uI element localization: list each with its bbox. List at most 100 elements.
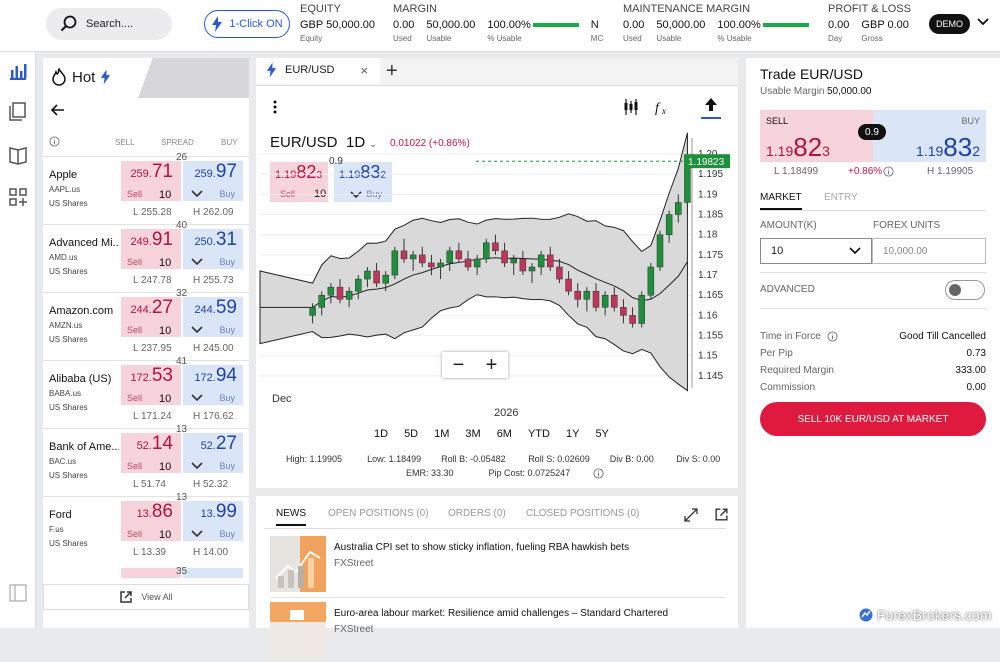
chevron-down-icon[interactable] [191, 190, 203, 198]
quantity-value[interactable]: 10 [159, 257, 171, 269]
info-icon[interactable] [827, 331, 838, 342]
search-input[interactable]: Search.... [86, 18, 133, 30]
instrument-name[interactable]: Amazon.com [49, 305, 119, 317]
candlestick-chart[interactable]: 1.201.1951.191.1851.181.1751.171.1651.16… [256, 128, 738, 428]
info-icon[interactable] [883, 166, 894, 177]
close-tab-icon[interactable]: × [361, 63, 369, 78]
watchlist-row[interactable]: Amazon.com AMZN.us US Shares 244.27 244.59 32… [43, 288, 249, 360]
x-tick-label: Dec [272, 393, 292, 405]
tab-entry[interactable]: ENTRY [824, 192, 858, 203]
quantity-value[interactable]: 10 [159, 325, 171, 337]
sell-price[interactable]: 172.53 [121, 365, 181, 391]
copy-icon[interactable] [7, 100, 29, 122]
instrument-name[interactable]: Ford [49, 509, 119, 521]
buy-price[interactable]: 13.99 [183, 501, 243, 527]
quantity-value[interactable]: 10 [159, 529, 171, 541]
quantity-value[interactable]: 10 [159, 393, 171, 405]
watchlist-row[interactable]: Bank of Ame... BAC.us US Shares 52.14 52.27 1… [43, 424, 249, 496]
amount-select[interactable]: 10 [760, 238, 872, 264]
chevron-down-icon[interactable] [191, 530, 203, 538]
timeframe-1m[interactable]: 1M [434, 428, 449, 440]
instrument-name[interactable]: Apple [49, 169, 119, 181]
chevron-down-icon[interactable] [191, 326, 203, 334]
timeframe-1d[interactable]: 1D [374, 428, 388, 440]
chevron-down-icon[interactable] [191, 394, 203, 402]
sell-button[interactable]: Sell [121, 255, 181, 269]
add-tab-button[interactable]: + [386, 60, 398, 83]
timeframe-6m[interactable]: 6M [497, 428, 512, 440]
sell-button[interactable]: Sell [121, 527, 181, 541]
news-tab[interactable]: CLOSED POSITIONS (0) [526, 508, 639, 519]
buy-price[interactable]: 52.27 [183, 433, 243, 459]
indicators-icon[interactable]: fx [654, 98, 672, 116]
news-tab[interactable]: NEWS [276, 508, 306, 526]
demo-badge[interactable]: DEMO [929, 14, 970, 34]
collapse-panel-icon[interactable] [7, 582, 29, 604]
sell-price[interactable]: 259.71 [121, 161, 181, 187]
advanced-toggle[interactable] [945, 280, 985, 300]
watchlist-row[interactable]: Ford F.us US Shares 13.86 13.99 13 Sell Buy 10 L … [43, 492, 249, 564]
info-icon[interactable] [49, 136, 60, 147]
quantity-value[interactable]: 10 [159, 189, 171, 201]
timeframe-1y[interactable]: 1Y [566, 428, 579, 440]
buy-price[interactable]: 250.31 [183, 229, 243, 255]
one-click-toggle[interactable]: 1-Click ON [204, 10, 290, 38]
news-headline[interactable]: Euro-area labour market: Resilience amid… [334, 608, 668, 619]
more-vertical-icon[interactable] [272, 100, 278, 114]
trade-sell-box[interactable]: SELL 1.19823 [760, 110, 873, 162]
timeframe-3m[interactable]: 3M [465, 428, 480, 440]
sell-price[interactable]: 244.27 [121, 297, 181, 323]
chart-bars-icon[interactable] [7, 60, 29, 82]
sell-at-market-button[interactable]: SELL 10K EUR/USD AT MARKET [760, 402, 986, 436]
sell-price[interactable]: 52.14 [121, 433, 181, 459]
candlestick-type-icon[interactable] [622, 98, 640, 116]
timeframe-ytd[interactable]: YTD [528, 428, 550, 440]
watchlist-row[interactable]: Apple AAPL.us US Shares 259.71 259.97 26 Sell B… [43, 152, 249, 224]
expand-arrows-icon[interactable] [684, 508, 698, 522]
external-link-icon[interactable] [714, 507, 729, 522]
search-box[interactable]: Search.... [46, 8, 172, 40]
sell-button[interactable]: Sell [121, 459, 181, 473]
chevron-down-icon[interactable] [191, 462, 203, 470]
sell-button[interactable]: Sell [121, 391, 181, 405]
tab-eurusd[interactable]: EUR/USD × [256, 58, 380, 84]
forex-units-input[interactable]: 10,000.00 [872, 238, 986, 264]
timeframe-5d[interactable]: 5D [404, 428, 418, 440]
buy-price[interactable]: 259.97 [183, 161, 243, 187]
book-icon[interactable] [7, 144, 29, 166]
zoom-out-button[interactable]: − [453, 354, 465, 377]
sell-price[interactable]: 13.86 [121, 501, 181, 527]
instrument-name[interactable]: Alibaba (US) [49, 373, 119, 385]
zoom-in-button[interactable]: + [486, 354, 498, 377]
watchlist-row[interactable]: Alibaba (US) BABA.us US Shares 172.53 172.94… [43, 356, 249, 428]
buy-price[interactable]: 172.94 [183, 365, 243, 391]
share-upload-icon[interactable] [700, 96, 722, 120]
instrument-name[interactable]: Bank of Ame... [49, 441, 119, 453]
candle-body [318, 294, 325, 308]
news-source: FXStreet [334, 558, 374, 569]
instrument-ticker: BAC.us [49, 457, 77, 466]
timeframe-5y[interactable]: 5Y [595, 428, 608, 440]
info-icon[interactable] [593, 468, 604, 479]
tab-market[interactable]: MARKET [760, 192, 802, 203]
watchlist-row[interactable]: Advanced Mi... AMD.us US Shares 249.91 250.3… [43, 220, 249, 292]
instrument-name[interactable]: Advanced Mi... [49, 237, 119, 249]
chevron-down-icon[interactable] [191, 258, 203, 266]
grid-icon[interactable] [7, 186, 29, 208]
news-tab[interactable]: OPEN POSITIONS (0) [328, 508, 429, 519]
news-tab[interactable]: ORDERS (0) [448, 508, 506, 519]
view-all-button[interactable]: View All [43, 584, 249, 610]
tif-value[interactable]: Good Till Cancelled [899, 331, 986, 342]
news-headline[interactable]: Australia CPI set to show sticky inflati… [334, 542, 629, 553]
buy-price[interactable]: 244.59 [183, 297, 243, 323]
quantity-value[interactable]: 10 [159, 461, 171, 473]
chevron-down-icon[interactable] [977, 17, 989, 27]
trade-buy-box[interactable]: BUY 1.19832 [873, 110, 986, 162]
sell-button[interactable]: Sell [121, 323, 181, 337]
news-item[interactable]: Australia CPI set to show sticky inflati… [270, 536, 726, 596]
news-item[interactable]: Euro-area labour market: Resilience amid… [270, 602, 726, 662]
sell-button[interactable]: Sell [121, 187, 181, 201]
sell-price[interactable]: 249.91 [121, 229, 181, 255]
back-arrow-icon[interactable] [51, 104, 65, 116]
watchlist-title[interactable]: Hot [72, 69, 95, 86]
